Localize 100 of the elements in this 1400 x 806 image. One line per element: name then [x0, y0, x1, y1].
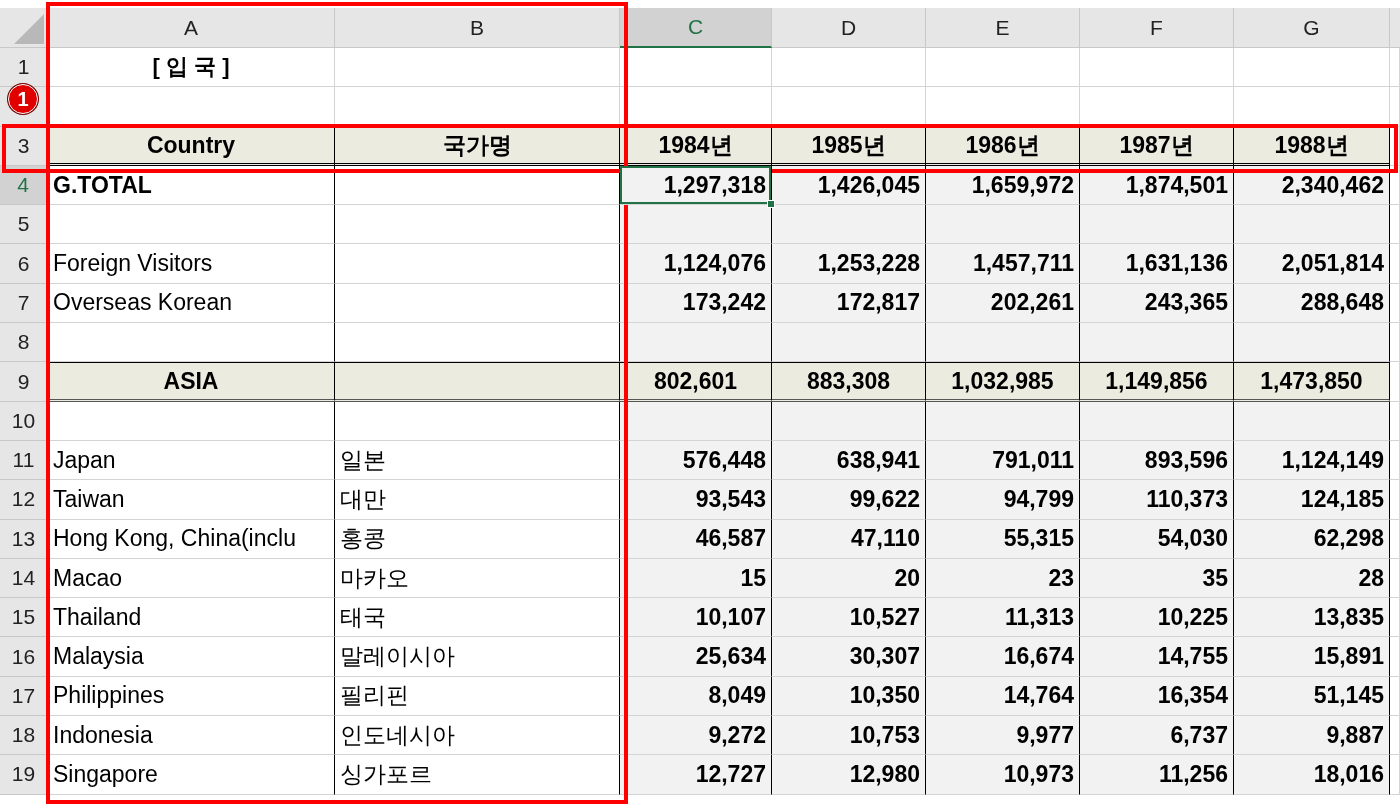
table-cell: 28: [1234, 558, 1390, 599]
table-cell: 46,587: [620, 519, 772, 559]
table-cell: 13,835: [1234, 598, 1390, 638]
table-cell: 8,049: [620, 676, 772, 717]
table-cell: Singapore: [48, 755, 335, 795]
table-cell: Country: [48, 126, 335, 166]
row-header[interactable]: 11: [0, 440, 48, 481]
table-cell: 1,297,318: [620, 165, 772, 206]
row-header[interactable]: 13: [0, 519, 48, 559]
table-cell: [1390, 755, 1400, 795]
table-cell: [1390, 598, 1400, 638]
row-header[interactable]: 15: [0, 598, 48, 638]
table-cell: 9,977: [926, 716, 1080, 756]
row-header[interactable]: 9: [0, 362, 48, 402]
table-cell: Overseas Korean: [48, 283, 335, 324]
table-cell: 1,473,850: [1234, 362, 1390, 402]
fill-handle[interactable]: [767, 200, 775, 209]
table-cell: 15: [620, 558, 772, 599]
column-header[interactable]: F: [1080, 8, 1234, 48]
table-cell: 93,543: [620, 480, 772, 520]
column-header[interactable]: G: [1234, 8, 1390, 48]
table-cell: 25,634: [620, 637, 772, 677]
table-cell: 35: [1080, 558, 1234, 599]
table-cell: 893,596: [1080, 440, 1234, 481]
table-cell: 1985년: [772, 126, 926, 166]
table-cell: [1390, 440, 1400, 481]
row-header[interactable]: 10: [0, 401, 48, 441]
table-cell: 1,032,985: [926, 362, 1080, 402]
table-cell: [1390, 283, 1400, 324]
table-cell: [1390, 323, 1400, 363]
table-cell: 62,298: [1234, 519, 1390, 559]
number-badge: 1: [8, 84, 38, 114]
row-header[interactable]: 12: [0, 480, 48, 520]
row-header[interactable]: 1: [0, 48, 48, 88]
row-header[interactable]: 17: [0, 676, 48, 717]
table-cell: [1390, 716, 1400, 756]
table-cell: Thailand: [48, 598, 335, 638]
row-header[interactable]: 18: [0, 716, 48, 756]
table-cell: Hong Kong, China(inclu: [48, 519, 335, 559]
table-cell: 10,973: [926, 755, 1080, 795]
table-cell: 47,110: [772, 519, 926, 559]
table-cell: 802,601: [620, 362, 772, 402]
table-cell: 16,674: [926, 637, 1080, 677]
table-cell: Macao: [48, 558, 335, 599]
select-all-button[interactable]: [0, 8, 48, 48]
table-cell: 202,261: [926, 283, 1080, 324]
table-cell: [1390, 558, 1400, 599]
table-cell: 10,225: [1080, 598, 1234, 638]
column-header[interactable]: C: [620, 8, 772, 48]
table-cell: Japan: [48, 440, 335, 481]
row-header[interactable]: 14: [0, 558, 48, 599]
table-cell: 1987년: [1080, 126, 1234, 166]
row-header[interactable]: 19: [0, 755, 48, 795]
table-cell: 883,308: [772, 362, 926, 402]
table-cell: 12,980: [772, 755, 926, 795]
table-cell: 18,016: [1234, 755, 1390, 795]
table-cell: Philippines: [48, 676, 335, 717]
table-cell: 일본: [335, 440, 620, 481]
column-header[interactable]: A: [48, 8, 335, 48]
table-cell: 110,373: [1080, 480, 1234, 520]
table-cell: 14,764: [926, 676, 1080, 717]
row-header[interactable]: 7: [0, 283, 48, 324]
table-cell: 12,727: [620, 755, 772, 795]
table-cell: 99,622: [772, 480, 926, 520]
table-cell: 1,631,136: [1080, 244, 1234, 284]
table-cell: Indonesia: [48, 716, 335, 756]
table-cell: 124,185: [1234, 480, 1390, 520]
column-header[interactable]: B: [335, 8, 620, 48]
table-cell: 14,755: [1080, 637, 1234, 677]
table-cell: Foreign Visitors: [48, 244, 335, 284]
row-header[interactable]: 6: [0, 244, 48, 284]
table-cell: ASIA: [48, 362, 335, 402]
table-cell: [1390, 244, 1400, 284]
column-header[interactable]: E: [926, 8, 1080, 48]
row-header[interactable]: 16: [0, 637, 48, 677]
table-cell: 10,527: [772, 598, 926, 638]
table-cell: 51,145: [1234, 676, 1390, 717]
table-cell: 94,799: [926, 480, 1080, 520]
table-cell: 10,107: [620, 598, 772, 638]
table-cell: [1390, 362, 1400, 402]
row-header[interactable]: 8: [0, 323, 48, 363]
table-cell: 15,891: [1234, 637, 1390, 677]
table-cell: 마카오: [335, 558, 620, 599]
table-cell: 243,365: [1080, 283, 1234, 324]
table-cell: 1988년: [1234, 126, 1390, 166]
table-cell: 1986년: [926, 126, 1080, 166]
table-cell: 791,011: [926, 440, 1080, 481]
table-cell: 2,051,814: [1234, 244, 1390, 284]
table-cell: 16,354: [1080, 676, 1234, 717]
table-cell: [1390, 676, 1400, 717]
table-cell: 1,124,149: [1234, 440, 1390, 481]
row-header[interactable]: 5: [0, 205, 48, 245]
table-cell: [1390, 519, 1400, 559]
table-cell: 1984년: [620, 126, 772, 166]
table-cell: 대만: [335, 480, 620, 520]
table-cell: 1,253,228: [772, 244, 926, 284]
table-cell: 9,272: [620, 716, 772, 756]
column-header[interactable]: D: [772, 8, 926, 48]
table-cell: 1,149,856: [1080, 362, 1234, 402]
table-cell: 20: [772, 558, 926, 599]
